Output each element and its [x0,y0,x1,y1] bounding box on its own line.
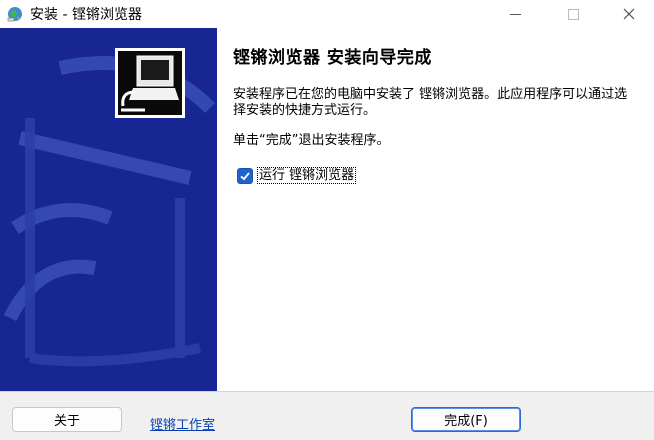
run-app-option[interactable]: 运行 铿锵浏览器 [237,167,357,184]
exit-instruction-text: 单击“完成”退出安装程序。 [233,133,390,148]
maximize-icon [567,8,579,20]
close-icon [623,8,635,20]
minimize-button[interactable] [492,0,538,28]
wizard-side-banner [0,28,217,391]
install-complete-text: 安装程序已在您的电脑中安装了 铿锵浏览器。此应用程序可以通过选择安装的快捷方式运… [233,87,628,118]
about-button[interactable]: 关于 [12,407,122,432]
title-bar: 安装 - 铿锵浏览器 [0,0,654,28]
window-title: 安装 - 铿锵浏览器 [30,7,142,23]
computer-icon [115,48,185,118]
wizard-footer: 关于 铿锵工作室 完成(F) [0,391,654,440]
minimize-icon [509,13,521,15]
maximize-button[interactable] [550,0,596,28]
installer-globe-icon [7,7,22,22]
run-app-checkbox[interactable] [237,167,253,184]
close-button[interactable] [606,0,652,28]
page-title: 铿锵浏览器 安装向导完成 [233,48,432,68]
check-icon [240,171,250,180]
run-app-label[interactable]: 运行 铿锵浏览器 [257,167,357,184]
studio-link[interactable]: 铿锵工作室 [150,414,215,433]
finish-button[interactable]: 完成(F) [411,407,521,432]
wizard-content: 铿锵浏览器 安装向导完成 安装程序已在您的电脑中安装了 铿锵浏览器。此应用程序可… [0,28,654,391]
